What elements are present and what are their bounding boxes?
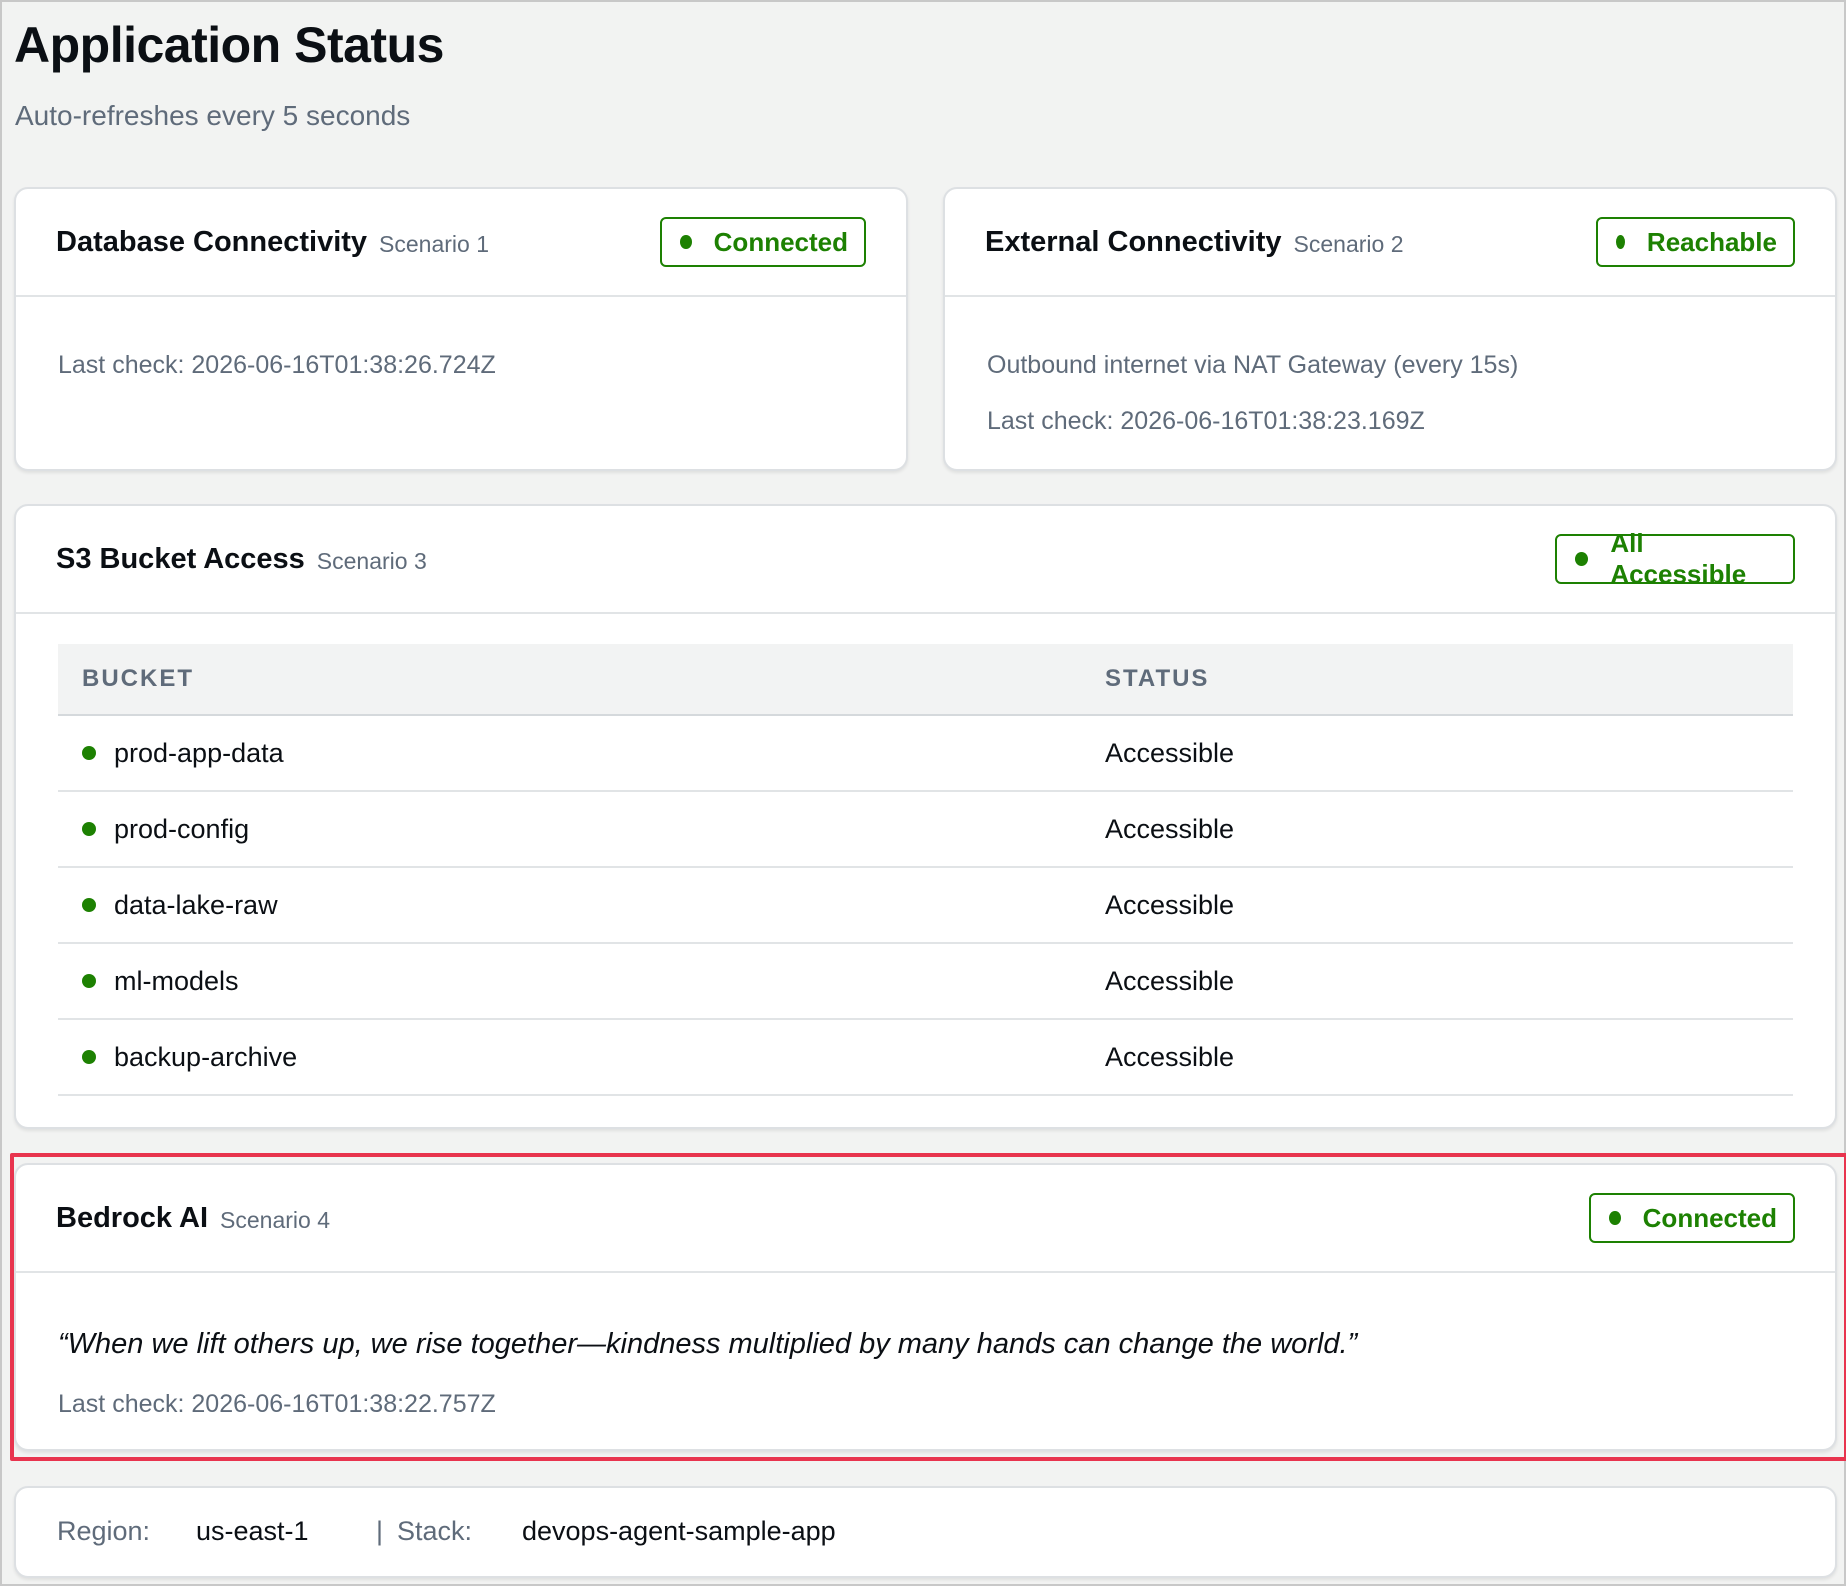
region-value: us-east-1 xyxy=(196,1516,309,1546)
column-header-status: STATUS xyxy=(1105,665,1210,692)
bucket-cell: backup-archive xyxy=(58,1042,1105,1073)
card-header: S3 Bucket Access Scenario 3 All Accessib… xyxy=(16,506,1835,614)
status-dot-icon xyxy=(82,746,96,760)
status-badge: Connected xyxy=(1589,1193,1795,1243)
page-subtitle: Auto-refreshes every 5 seconds xyxy=(15,100,411,131)
footer-info: Region: us-east-1 | Stack: devops-agent-… xyxy=(14,1486,1837,1578)
bedrock-card: Bedrock AI Scenario 4 Connected “When we… xyxy=(14,1163,1837,1451)
stack-label: Stack: xyxy=(397,1516,473,1546)
table-header: BUCKET STATUS xyxy=(58,644,1793,716)
bucket-status: Accessible xyxy=(1105,889,1235,920)
table-row: backup-archive Accessible xyxy=(58,1020,1793,1096)
status-badge: All Accessible xyxy=(1555,528,1795,589)
separator: | xyxy=(376,1516,384,1546)
table-row: data-lake-raw Accessible xyxy=(58,868,1793,944)
status-dot-icon xyxy=(82,822,96,836)
card-header: Database Connectivity Scenario 1 Connect… xyxy=(16,189,906,297)
status-badge: Connected xyxy=(660,217,866,267)
status-dot-icon xyxy=(82,974,96,988)
page: Application Status Auto-refreshes every … xyxy=(0,0,1846,1586)
bucket-table: BUCKET STATUS prod-app-data Accessible p… xyxy=(58,644,1793,1096)
card-header: External Connectivity Scenario 2 Reachab… xyxy=(945,189,1835,297)
bucket-status: Accessible xyxy=(1105,813,1235,844)
bucket-cell: prod-app-data xyxy=(58,738,1105,769)
bucket-cell: data-lake-raw xyxy=(58,890,1105,921)
bucket-status: Accessible xyxy=(1105,965,1235,996)
bedrock-quote: “When we lift others up, we rise togethe… xyxy=(58,1328,1358,1360)
table-row: prod-config Accessible xyxy=(58,792,1793,868)
scenario-label: Scenario 3 xyxy=(316,547,427,574)
status-dot-icon xyxy=(1616,235,1625,249)
status-badge-label: Connected xyxy=(1642,1202,1777,1233)
stack-value: devops-agent-sample-app xyxy=(522,1516,836,1546)
bucket-name: prod-app-data xyxy=(114,737,284,768)
bucket-name: data-lake-raw xyxy=(114,889,278,920)
external-card: External Connectivity Scenario 2 Reachab… xyxy=(943,187,1837,471)
last-check: Last check: 2026-06-16T01:38:23.169Z xyxy=(987,407,1425,435)
status-dot-icon xyxy=(82,1050,96,1064)
status-badge-label: Reachable xyxy=(1646,226,1777,257)
last-check: Last check: 2026-06-16T01:38:26.724Z xyxy=(58,351,496,379)
status-dot-icon xyxy=(1575,552,1589,566)
scenario-label: Scenario 2 xyxy=(1293,230,1404,257)
region-label: Region: xyxy=(57,1516,151,1546)
bucket-status: Accessible xyxy=(1105,1041,1235,1072)
bucket-name: ml-models xyxy=(114,965,239,996)
external-description: Outbound internet via NAT Gateway (every… xyxy=(987,351,1519,379)
column-header-bucket: BUCKET xyxy=(82,665,194,692)
status-badge-label: Connected xyxy=(713,226,848,257)
bucket-status: Accessible xyxy=(1105,737,1235,768)
status-dot-icon xyxy=(680,235,692,249)
bucket-name: prod-config xyxy=(114,813,250,844)
card-header: Bedrock AI Scenario 4 Connected xyxy=(16,1165,1835,1273)
bucket-name: backup-archive xyxy=(114,1041,298,1072)
table-row: prod-app-data Accessible xyxy=(58,716,1793,792)
card-title: S3 Bucket Access xyxy=(56,542,305,575)
status-dot-icon xyxy=(1609,1211,1621,1225)
table-row: ml-models Accessible xyxy=(58,944,1793,1020)
bucket-cell: prod-config xyxy=(58,814,1105,845)
scenario-label: Scenario 4 xyxy=(220,1206,330,1233)
last-check: Last check: 2026-06-16T01:38:22.757Z xyxy=(58,1390,496,1418)
scenario-label: Scenario 1 xyxy=(379,230,490,257)
status-badge-label: All Accessible xyxy=(1610,528,1747,589)
card-title: Database Connectivity xyxy=(56,225,368,258)
s3-card: S3 Bucket Access Scenario 3 All Accessib… xyxy=(14,504,1837,1129)
status-badge: Reachable xyxy=(1596,217,1795,267)
database-card: Database Connectivity Scenario 1 Connect… xyxy=(14,187,908,471)
card-title: External Connectivity xyxy=(985,225,1282,258)
bucket-cell: ml-models xyxy=(58,966,1105,997)
card-title: Bedrock AI xyxy=(56,1201,209,1234)
page-title: Application Status xyxy=(14,17,444,73)
status-dot-icon xyxy=(82,898,96,912)
